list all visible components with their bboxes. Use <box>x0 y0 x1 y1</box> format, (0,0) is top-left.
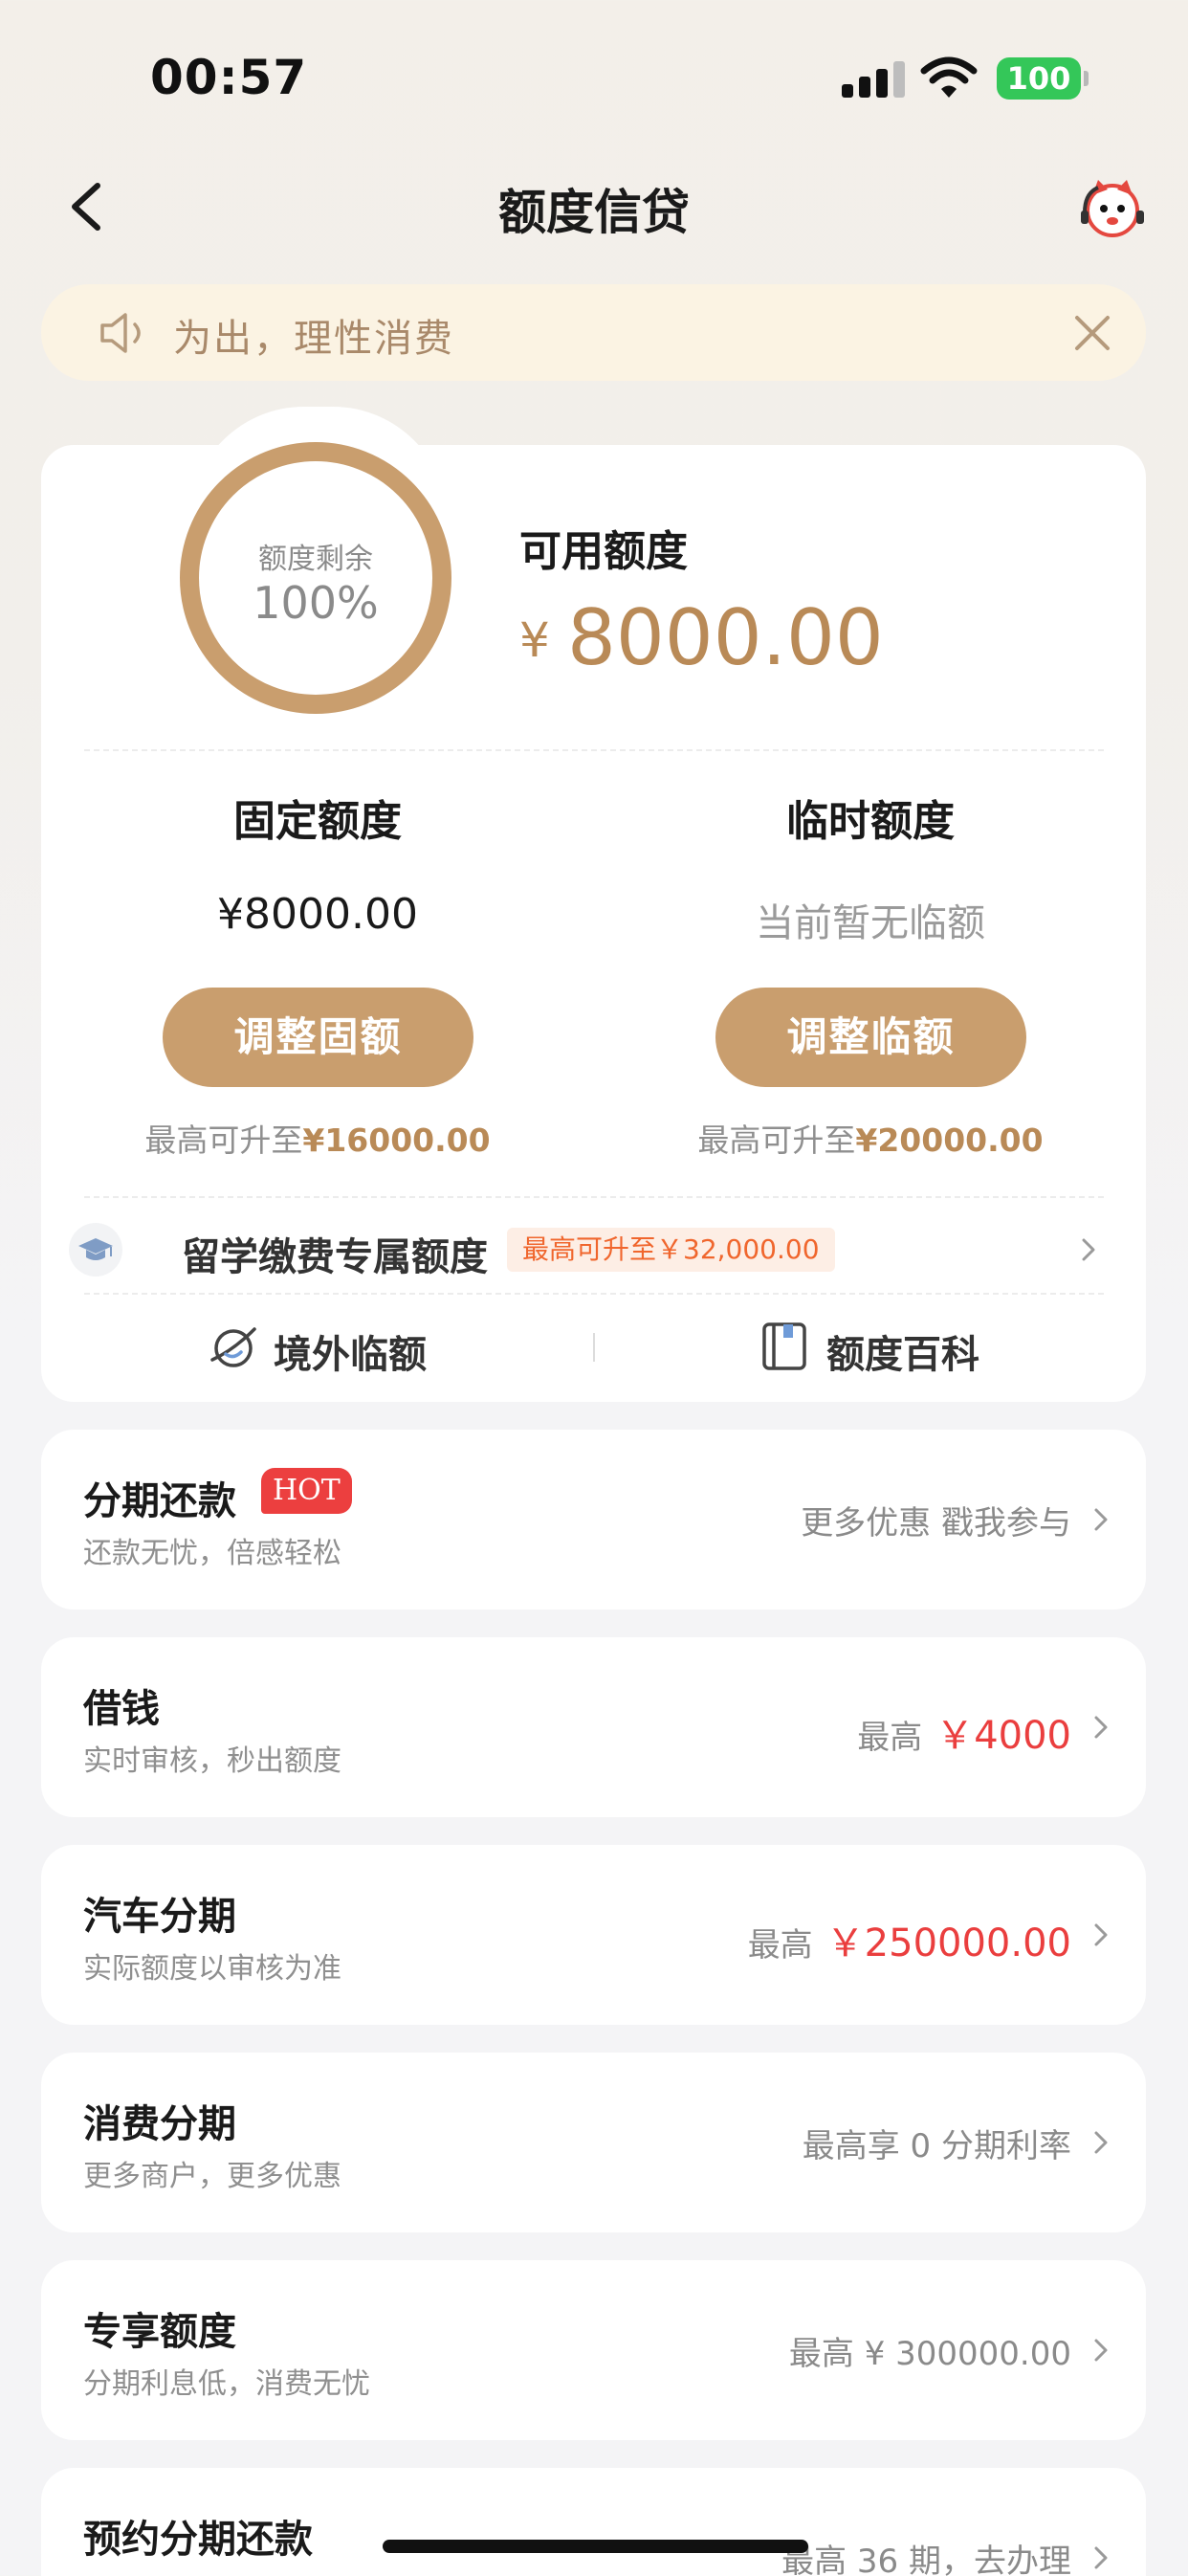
adjust-fixed-credit-button[interactable]: 调整固额 <box>163 988 473 1087</box>
study-abroad-title: 留学缴费专属额度 <box>182 1235 488 1279</box>
row-subtitle: 还款无忧，倍感轻松 <box>83 1537 341 1570</box>
graduation-cap-icon <box>69 1223 122 1277</box>
ring-percent: 100% <box>253 577 379 629</box>
exclusive-credit-row[interactable]: 专享额度 分期利息低，消费无忧 最高 ¥ 300000.00 <box>41 2260 1146 2440</box>
row-title: 消费分期 <box>83 2102 236 2146</box>
book-icon[interactable] <box>760 1316 808 1377</box>
temporary-credit-title: 临时额度 <box>786 797 955 846</box>
temporary-credit-value: 当前暂无临额 <box>756 901 985 945</box>
row-right-label: 更多优惠 戳我参与 <box>801 1504 1071 1543</box>
installment-repayment-row[interactable]: 分期还款 HOT 还款无忧，倍感轻松 更多优惠 戳我参与 <box>41 1430 1146 1610</box>
chevron-right-icon <box>1094 1716 1108 1739</box>
available-credit-currency: ¥ <box>519 612 550 668</box>
row-right-label: 最高 <box>747 1926 813 1965</box>
scheduled-installment-repayment-row[interactable]: 预约分期还款 自动分期，省时省心 最高 36 期，去办理 <box>41 2468 1146 2576</box>
fixed-max-value: ¥16000.00 <box>302 1121 491 1159</box>
borrow-money-row[interactable]: 借钱 实时审核，秒出额度 最高 ￥4000 <box>41 1637 1146 1817</box>
temporary-max-text: 最高可升至¥20000.00 <box>631 1115 1110 1161</box>
speaker-icon <box>100 313 141 353</box>
temporary-max-value: ¥20000.00 <box>855 1121 1044 1159</box>
close-icon[interactable] <box>1072 313 1112 353</box>
chevron-right-icon <box>1094 1508 1108 1531</box>
chevron-right-icon <box>1094 2339 1108 2362</box>
cellular-signal-icon <box>842 59 905 98</box>
chevron-right-icon <box>1082 1238 1095 1261</box>
fixed-credit-value: ¥8000.00 <box>217 890 418 939</box>
status-bar: 00:57 100 <box>0 0 1188 144</box>
row-title: 分期还款 <box>83 1479 236 1523</box>
car-installment-row[interactable]: 汽车分期 实际额度以审核为准 最高 ￥250000.00 <box>41 1845 1146 2025</box>
row-right-value: ￥250000.00 <box>825 1921 1071 1965</box>
consumer-installment-row[interactable]: 消费分期 更多商户，更多优惠 最高享 0 分期利率 <box>41 2053 1146 2232</box>
study-abroad-badge: 最高可升至￥32,000.00 <box>507 1228 835 1272</box>
row-right-text: 更多优惠 戳我参与 <box>801 1497 1071 1543</box>
row-right-text: 最高享 0 分期利率 <box>803 2120 1071 2166</box>
row-right-text: 最高 ￥250000.00 <box>748 1912 1071 1967</box>
fixed-max-text: 最高可升至¥16000.00 <box>78 1115 557 1161</box>
row-title: 预约分期还款 <box>83 2518 313 2562</box>
home-indicator[interactable] <box>383 2540 808 2553</box>
fixed-max-prefix: 最高可升至 <box>144 1121 303 1159</box>
row-right-text: 最高 ¥ 300000.00 <box>789 2327 1071 2374</box>
row-right-text: 最高 36 期，去办理 <box>781 2535 1071 2576</box>
chevron-right-icon <box>1094 2546 1108 2569</box>
mascot-customer-service-icon[interactable] <box>1079 174 1146 241</box>
row-right-text: 最高 ￥4000 <box>857 1704 1071 1760</box>
notice-text: 为出，理性消费 <box>173 317 454 361</box>
row-right-label: 最高享 0 分期利率 <box>802 2127 1071 2165</box>
tool-divider <box>593 1333 595 1362</box>
divider <box>84 749 1104 751</box>
notice-banner: 为出，理性消费 <box>41 284 1146 381</box>
status-time: 00:57 <box>150 50 308 105</box>
overseas-temp-credit-link[interactable]: 境外临额 <box>274 1323 427 1379</box>
divider <box>84 1293 1104 1295</box>
temporary-max-prefix: 最高可升至 <box>697 1121 856 1159</box>
row-title: 借钱 <box>83 1687 160 1731</box>
chevron-right-icon <box>1094 1923 1108 1946</box>
adjust-temporary-credit-button[interactable]: 调整临额 <box>715 988 1026 1087</box>
divider <box>84 1196 1104 1198</box>
planet-icon[interactable] <box>209 1316 258 1377</box>
ring-label: 额度剩余 <box>258 543 373 576</box>
available-credit-label: 可用额度 <box>519 527 688 576</box>
battery-tip <box>1084 71 1089 86</box>
row-right-value: ￥4000 <box>935 1714 1071 1758</box>
row-title: 专享额度 <box>83 2310 236 2354</box>
row-right-label: 最高 ¥ 300000.00 <box>788 2335 1071 2373</box>
wifi-icon <box>920 56 978 98</box>
row-subtitle: 实时审核，秒出额度 <box>83 1744 341 1778</box>
row-title: 汽车分期 <box>83 1895 236 1939</box>
row-subtitle: 实际额度以审核为准 <box>83 1952 341 1986</box>
page-title: 额度信贷 <box>498 185 690 240</box>
row-right-label: 最高 36 期，去办理 <box>781 2543 1071 2576</box>
row-subtitle: 自动分期，省时省心 <box>83 2567 341 2576</box>
nav-bar: 额度信贷 <box>0 163 1188 249</box>
hot-badge: HOT <box>261 1468 352 1514</box>
row-right-label: 最高 <box>857 1719 923 1757</box>
available-credit-amount: 8000.00 <box>567 593 884 682</box>
credit-wiki-link[interactable]: 额度百科 <box>826 1323 979 1379</box>
row-subtitle: 更多商户，更多优惠 <box>83 2160 341 2193</box>
chevron-right-icon <box>1094 2131 1108 2154</box>
fixed-credit-title: 固定额度 <box>233 797 402 846</box>
battery-indicator: 100 <box>997 57 1081 100</box>
row-subtitle: 分期利息低，消费无忧 <box>83 2367 370 2401</box>
